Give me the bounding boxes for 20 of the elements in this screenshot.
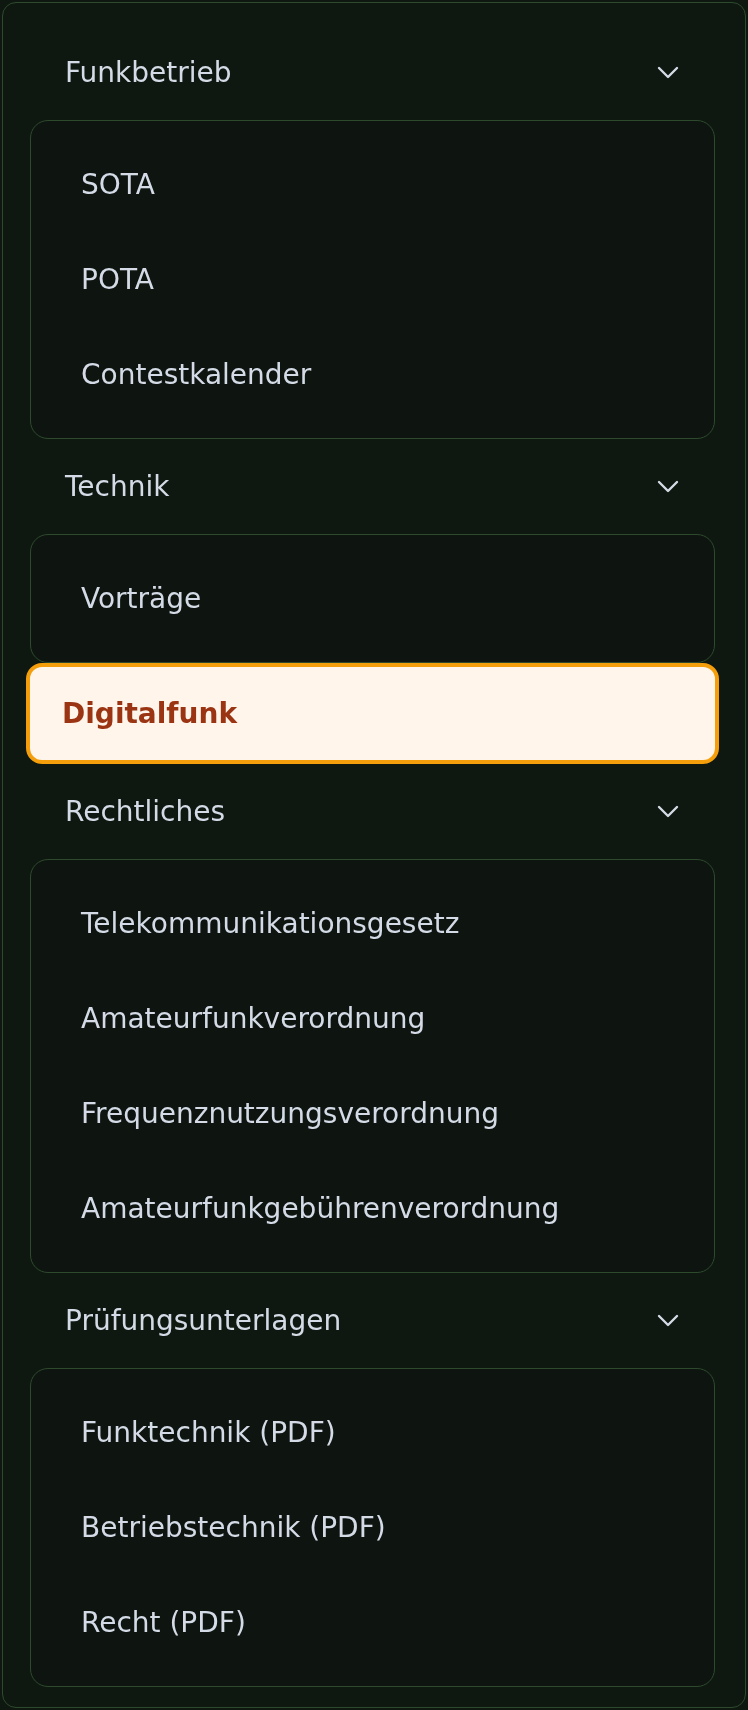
nav-link[interactable]: Digitalfunk	[26, 663, 719, 764]
submenu-item[interactable]: Recht (PDF)	[31, 1575, 714, 1670]
section-header[interactable]: Rechtliches	[30, 764, 715, 859]
section-header[interactable]: Technik	[30, 439, 715, 534]
section-header[interactable]: Funkbetrieb	[30, 25, 715, 120]
submenu-item[interactable]: Betriebstechnik (PDF)	[31, 1480, 714, 1575]
submenu-item[interactable]: Vorträge	[31, 551, 714, 646]
chevron-down-icon	[657, 479, 679, 494]
chevron-down-icon	[657, 1313, 679, 1328]
submenu-item[interactable]: Amateurfunkverordnung	[31, 971, 714, 1066]
submenu-item[interactable]: POTA	[31, 232, 714, 327]
submenu-item[interactable]: Funktechnik (PDF)	[31, 1385, 714, 1480]
submenu-item[interactable]: Frequenznutzungsverordnung	[31, 1066, 714, 1161]
submenu-item[interactable]: SOTA	[31, 137, 714, 232]
submenu-item[interactable]: Amateurfunkgebührenverordnung	[31, 1161, 714, 1256]
section-header[interactable]: Prüfungsunterlagen	[30, 1273, 715, 1368]
chevron-down-icon	[657, 65, 679, 80]
submenu-item[interactable]: Contestkalender	[31, 327, 714, 422]
submenu-item[interactable]: Telekommunikationsgesetz	[31, 876, 714, 971]
chevron-down-icon	[657, 804, 679, 819]
